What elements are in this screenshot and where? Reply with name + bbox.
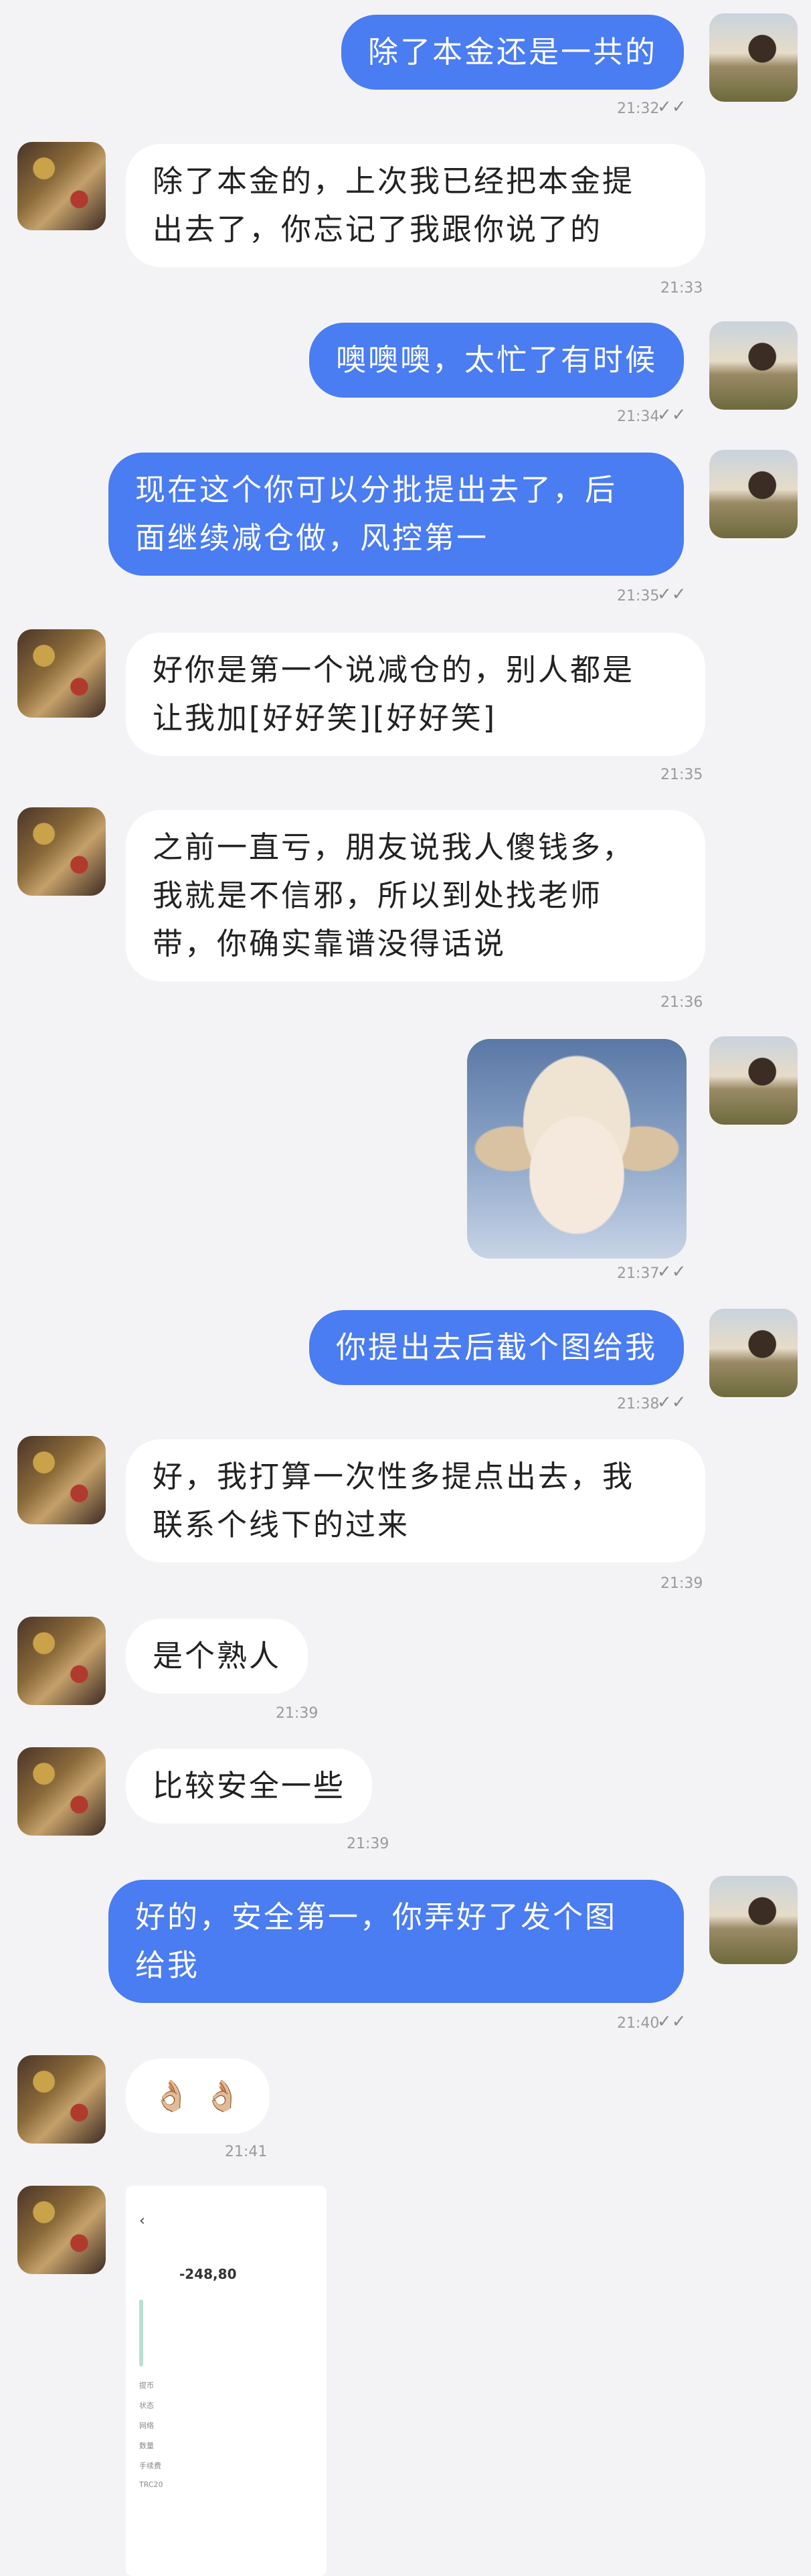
read-check-icon: ✓✓ [657, 405, 687, 425]
receipt-row: 手续费 [139, 2462, 161, 2470]
message-bubble-sent[interactable]: 你提出去后截个图给我 [308, 1310, 684, 1385]
message-bubble-received[interactable]: 好你是第一个说减仓的，别人都是 让我加[好好笑][好好笑] [126, 633, 705, 756]
message-bubble-sent[interactable]: 好的，安全第一，你弄好了发个图 给我 [108, 1880, 684, 2003]
read-check-icon: ✓✓ [657, 1392, 687, 1413]
read-check-icon: ✓✓ [657, 97, 687, 117]
message-time: 21:35 [660, 767, 703, 783]
my-avatar[interactable] [709, 1309, 798, 1397]
message-time: 21:33 [660, 280, 703, 297]
message-time: 21:37 [617, 1265, 660, 1282]
my-avatar[interactable] [709, 1036, 798, 1125]
read-check-icon: ✓✓ [657, 1262, 687, 1282]
my-avatar[interactable] [709, 450, 798, 538]
message-bubble-received[interactable]: 👌🏼 👌🏼 [126, 2059, 270, 2134]
message-time: 21:39 [347, 1836, 389, 1852]
receipt-row: 状态 [139, 2401, 154, 2410]
message-time: 21:39 [276, 1705, 319, 1722]
read-check-icon: ✓✓ [657, 584, 687, 605]
message-time: 21:36 [660, 994, 703, 1011]
message-bubble-received[interactable]: 比较安全一些 [126, 1749, 373, 1824]
contact-avatar[interactable] [17, 1436, 106, 1524]
message-time: 21:39 [660, 1575, 703, 1592]
message-time: 21:38 [617, 1396, 660, 1413]
read-check-icon: ✓✓ [657, 2012, 687, 2032]
contact-avatar[interactable] [17, 629, 106, 718]
receipt-row: 数量 [139, 2441, 154, 2450]
message-time: 21:40 [617, 2015, 660, 2032]
withdrawal-receipt-image[interactable]: ‹ -248,80 提币 状态 网络 数量 手续费 TRC20 [126, 2186, 327, 2576]
contact-avatar[interactable] [17, 1617, 106, 1705]
contact-avatar[interactable] [17, 1747, 106, 1836]
message-bubble-received[interactable]: 除了本金的，上次我已经把本金提 出去了，你忘记了我跟你说了的 [126, 144, 705, 267]
message-time: 21:32 [617, 100, 660, 117]
receipt-row: TRC20 [139, 2480, 163, 2489]
receipt-amount: -248,80 [179, 2266, 237, 2282]
receipt-row: 提币 [139, 2381, 154, 2390]
my-avatar[interactable] [709, 321, 798, 410]
message-bubble-received[interactable]: 好，我打算一次性多提点出去，我 联系个线下的过来 [126, 1439, 705, 1562]
message-time: 21:41 [225, 2144, 268, 2160]
message-time: 21:35 [617, 588, 660, 605]
message-bubble-sent[interactable]: 噢噢噢，太忙了有时候 [308, 323, 684, 398]
contact-avatar[interactable] [17, 2186, 106, 2274]
message-bubble-received[interactable]: 之前一直亏，朋友说我人傻钱多， 我就是不信邪，所以到处找老师 带，你确实靠谱没得… [126, 810, 705, 981]
my-avatar[interactable] [709, 13, 798, 102]
contact-avatar[interactable] [17, 142, 106, 230]
message-bubble-sent[interactable]: 现在这个你可以分批提出去了，后 面继续减仓做，风控第一 [108, 453, 684, 576]
contact-avatar[interactable] [17, 2055, 106, 2144]
back-icon: ‹ [139, 2212, 145, 2229]
message-bubble-sent[interactable]: 除了本金还是一共的 [341, 15, 684, 90]
message-bubble-received[interactable]: 是个熟人 [126, 1619, 308, 1694]
sticker-image[interactable] [467, 1039, 687, 1259]
receipt-row: 网络 [139, 2421, 154, 2430]
contact-avatar[interactable] [17, 807, 106, 896]
progress-line [139, 2300, 143, 2366]
my-avatar[interactable] [709, 1876, 798, 1964]
message-time: 21:34 [617, 408, 660, 425]
